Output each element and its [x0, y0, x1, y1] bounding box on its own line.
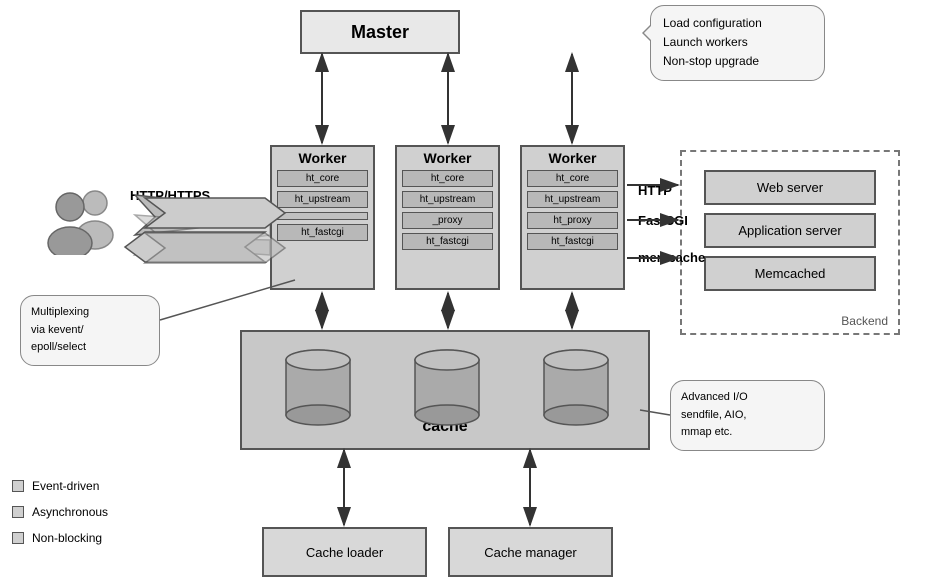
worker3-box: Worker ht_core ht_upstream ht_proxy ht_f… [520, 145, 625, 290]
worker2-box: Worker ht_core ht_upstream _proxy ht_fas… [395, 145, 500, 290]
legend-square-3 [12, 532, 24, 544]
http-right-label: HTTP [638, 183, 672, 198]
worker2-module-proxy: _proxy [402, 212, 493, 229]
callout-advanced-io: Advanced I/Osendfile, AIO,mmap etc. [670, 380, 825, 451]
worker1-title: Worker [299, 147, 347, 168]
memcache-label: memcache [638, 250, 705, 265]
worker1-module-core: ht_core [277, 170, 368, 187]
worker2-module-fastcgi: ht_fastcgi [402, 233, 493, 250]
worker1-spacer [277, 212, 368, 220]
callout-top-text: Load configurationLaunch workersNon-stop… [663, 16, 762, 68]
backend-label: Backend [841, 314, 888, 328]
callout-top: Load configurationLaunch workersNon-stop… [650, 5, 825, 81]
legend-label-1: Event-driven [32, 474, 99, 498]
callout-advanced-io-text: Advanced I/Osendfile, AIO,mmap etc. [681, 391, 748, 438]
legend-label-2: Asynchronous [32, 500, 108, 524]
proxy-cache-box: proxycache [240, 330, 650, 450]
proxy-cache-label: proxycache [422, 393, 467, 438]
users-icon [40, 185, 120, 255]
cache-loader-box: Cache loader [262, 527, 427, 577]
worker3-title: Worker [549, 147, 597, 168]
app-server-item: Application server [704, 213, 876, 248]
cache-manager-label: Cache manager [484, 545, 577, 560]
worker1-box: Worker ht_core ht_upstream ht_fastcgi [270, 145, 375, 290]
legend-event-driven: Event-driven [12, 474, 108, 498]
legend-square-2 [12, 506, 24, 518]
worker1-module-fastcgi: ht_fastcgi [277, 224, 368, 241]
legend-label-3: Non-blocking [32, 526, 102, 550]
legend-asynchronous: Asynchronous [12, 500, 108, 524]
legend-non-blocking: Non-blocking [12, 526, 108, 550]
master-box: Master [300, 10, 460, 54]
worker3-module-upstream: ht_upstream [527, 191, 618, 208]
master-label: Master [351, 22, 409, 43]
cache-manager-box: Cache manager [448, 527, 613, 577]
web-server-item: Web server [704, 170, 876, 205]
worker2-module-core: ht_core [402, 170, 493, 187]
http-https-label: HTTP/HTTPS [130, 188, 210, 203]
memcached-item: Memcached [704, 256, 876, 291]
worker1-module-upstream: ht_upstream [277, 191, 368, 208]
worker2-title: Worker [424, 147, 472, 168]
callout-multiplexing-text: Multiplexingvia kevent/epoll/select [31, 306, 89, 353]
cache-loader-label: Cache loader [306, 545, 383, 560]
callout-multiplexing: Multiplexingvia kevent/epoll/select [20, 295, 160, 366]
worker3-module-core: ht_core [527, 170, 618, 187]
backend-box: Web server Application server Memcached … [680, 150, 900, 335]
worker2-module-upstream: ht_upstream [402, 191, 493, 208]
legend-square-1 [12, 480, 24, 492]
architecture-diagram: Master Load configurationLaunch workersN… [0, 0, 944, 587]
worker3-module-fastcgi: ht_fastcgi [527, 233, 618, 250]
worker3-module-proxy: ht_proxy [527, 212, 618, 229]
fastcgi-label: FastCGI [638, 213, 688, 228]
legend: Event-driven Asynchronous Non-blocking [12, 474, 108, 552]
